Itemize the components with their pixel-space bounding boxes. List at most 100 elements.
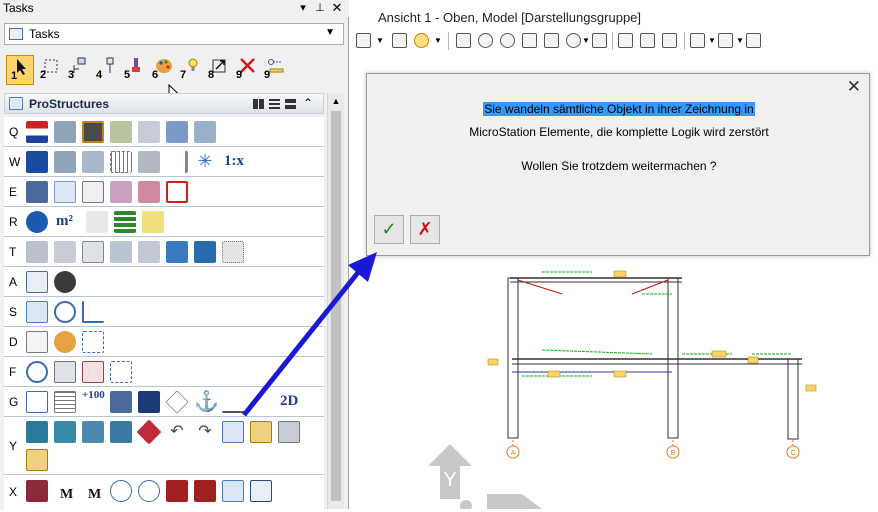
icon-view-icon[interactable]	[253, 99, 264, 109]
bent-plate-icon[interactable]	[138, 151, 160, 173]
selected-text[interactable]: Sie wandeln sämtliche Objekt in ihrer Ze…	[483, 102, 755, 116]
clock-icon[interactable]	[26, 361, 48, 383]
note-icon[interactable]	[166, 480, 188, 502]
mark-m-flag-text[interactable]: M	[88, 487, 101, 503]
column-icon[interactable]	[138, 121, 160, 143]
list-view-icon[interactable]	[269, 99, 280, 109]
position-icon[interactable]	[194, 480, 216, 502]
display-style-icon[interactable]	[392, 33, 407, 48]
previous-view-icon[interactable]	[640, 33, 655, 48]
power-icon[interactable]	[26, 211, 48, 233]
measure-tool[interactable]: 9 9 9	[260, 55, 288, 85]
box-gray-icon[interactable]	[278, 421, 300, 443]
clip-volume-icon[interactable]	[690, 33, 705, 48]
shape-edit-icon[interactable]	[110, 181, 132, 203]
zoom-out-icon[interactable]	[500, 33, 515, 48]
weld-icon[interactable]	[82, 151, 104, 173]
label-icon[interactable]	[222, 480, 244, 502]
paint-tool[interactable]: 5	[120, 55, 148, 85]
group-tool[interactable]: 3	[64, 55, 92, 85]
people-icon[interactable]	[86, 211, 108, 233]
ok-button[interactable]: ✓	[374, 215, 404, 244]
pattern-icon[interactable]	[222, 241, 244, 263]
globe-icon[interactable]	[54, 271, 76, 293]
window-area-icon[interactable]	[522, 33, 537, 48]
select-tool[interactable]: 1	[6, 55, 34, 85]
shape-modify-icon[interactable]	[138, 181, 160, 203]
hierarchy-icon[interactable]	[82, 331, 104, 353]
box-add-icon[interactable]	[222, 421, 244, 443]
fit-view-icon[interactable]	[544, 33, 559, 48]
next-view-icon[interactable]	[662, 33, 677, 48]
vertical-scrollbar[interactable]: ▲	[327, 93, 344, 509]
numbering-alt-icon[interactable]	[138, 480, 160, 502]
chevron-down-icon[interactable]: ▼	[582, 36, 590, 45]
t-beam-icon[interactable]	[166, 241, 188, 263]
solid-box-icon[interactable]	[26, 301, 48, 323]
list-green-icon[interactable]	[114, 211, 136, 233]
view-attributes-icon[interactable]	[356, 33, 371, 48]
lock-box-icon[interactable]	[82, 181, 104, 203]
ring-icon[interactable]	[54, 301, 76, 323]
tag-icon[interactable]	[165, 390, 189, 414]
wrench-icon[interactable]	[54, 151, 76, 173]
cube-icon[interactable]	[54, 181, 76, 203]
connection-icon[interactable]	[110, 121, 132, 143]
model-import-icon[interactable]	[110, 421, 132, 443]
options-icon[interactable]: ▾	[296, 0, 310, 16]
bolt-icon[interactable]	[166, 121, 188, 143]
shorten-icon[interactable]	[138, 241, 160, 263]
delete-tool[interactable]: 9	[232, 55, 260, 85]
chevron-down-icon[interactable]: ▼	[736, 36, 744, 45]
scroll-thumb[interactable]	[331, 111, 341, 501]
pan-hand-icon[interactable]	[592, 33, 607, 48]
prostructures-header[interactable]: ProStructures ⌃	[4, 93, 324, 114]
bolt-group-icon[interactable]	[194, 121, 216, 143]
close-icon[interactable]: ✕	[847, 77, 861, 97]
plate-icon[interactable]	[26, 151, 48, 173]
redo-icon[interactable]: ↷	[194, 421, 216, 443]
chevron-down-icon[interactable]: ▼	[434, 36, 442, 45]
area-text[interactable]: m²	[56, 213, 73, 230]
sheet-icon[interactable]	[26, 391, 48, 413]
model-export-icon[interactable]	[82, 421, 104, 443]
explode-icon[interactable]: ✳	[194, 151, 216, 173]
elevation-text[interactable]: +100	[82, 389, 105, 401]
info-brush-icon[interactable]	[142, 211, 164, 233]
cut-icon[interactable]	[54, 241, 76, 263]
grating-icon[interactable]	[110, 151, 132, 173]
zoom-in-icon[interactable]	[478, 33, 493, 48]
scroll-up-icon[interactable]: ▲	[328, 93, 344, 110]
cancel-button[interactable]: ✗	[410, 215, 440, 244]
info-tool[interactable]: 7	[176, 55, 204, 85]
stair-icon[interactable]	[138, 391, 160, 413]
tasks-dropdown[interactable]: Tasks ▼	[4, 23, 344, 45]
section-cut-icon[interactable]	[110, 391, 132, 413]
curve-icon[interactable]	[222, 391, 244, 413]
scale-text[interactable]: 1:x	[224, 153, 244, 170]
detail-view-icon[interactable]	[285, 99, 296, 109]
frame-icon[interactable]	[82, 121, 104, 143]
close-icon[interactable]: ✕	[330, 0, 344, 16]
clip-mask-icon[interactable]	[718, 33, 733, 48]
edit-sheet-icon[interactable]	[26, 331, 48, 353]
chevron-down-icon[interactable]: ▼	[376, 36, 384, 45]
sun-icon[interactable]	[414, 33, 429, 48]
numbering-icon[interactable]	[110, 480, 132, 502]
cross-link-icon[interactable]	[136, 419, 162, 445]
palette-tool[interactable]: 6	[148, 55, 176, 85]
export-icon[interactable]	[26, 421, 48, 443]
undo-icon[interactable]: ↶	[166, 421, 188, 443]
walk-icon[interactable]	[618, 33, 633, 48]
anchor-hook-icon[interactable]	[166, 151, 188, 173]
box-yellow-icon[interactable]	[250, 421, 272, 443]
dimension-icon[interactable]	[26, 271, 48, 293]
box-folder-icon[interactable]	[26, 449, 48, 471]
scale-tool[interactable]: 8	[204, 55, 232, 85]
profile-icon[interactable]	[26, 241, 48, 263]
import-icon[interactable]	[54, 421, 76, 443]
miter-icon[interactable]	[110, 241, 132, 263]
update-view-icon[interactable]	[456, 33, 471, 48]
fence-tool[interactable]: 2	[36, 55, 64, 85]
mark-m-text[interactable]: M	[60, 487, 73, 503]
